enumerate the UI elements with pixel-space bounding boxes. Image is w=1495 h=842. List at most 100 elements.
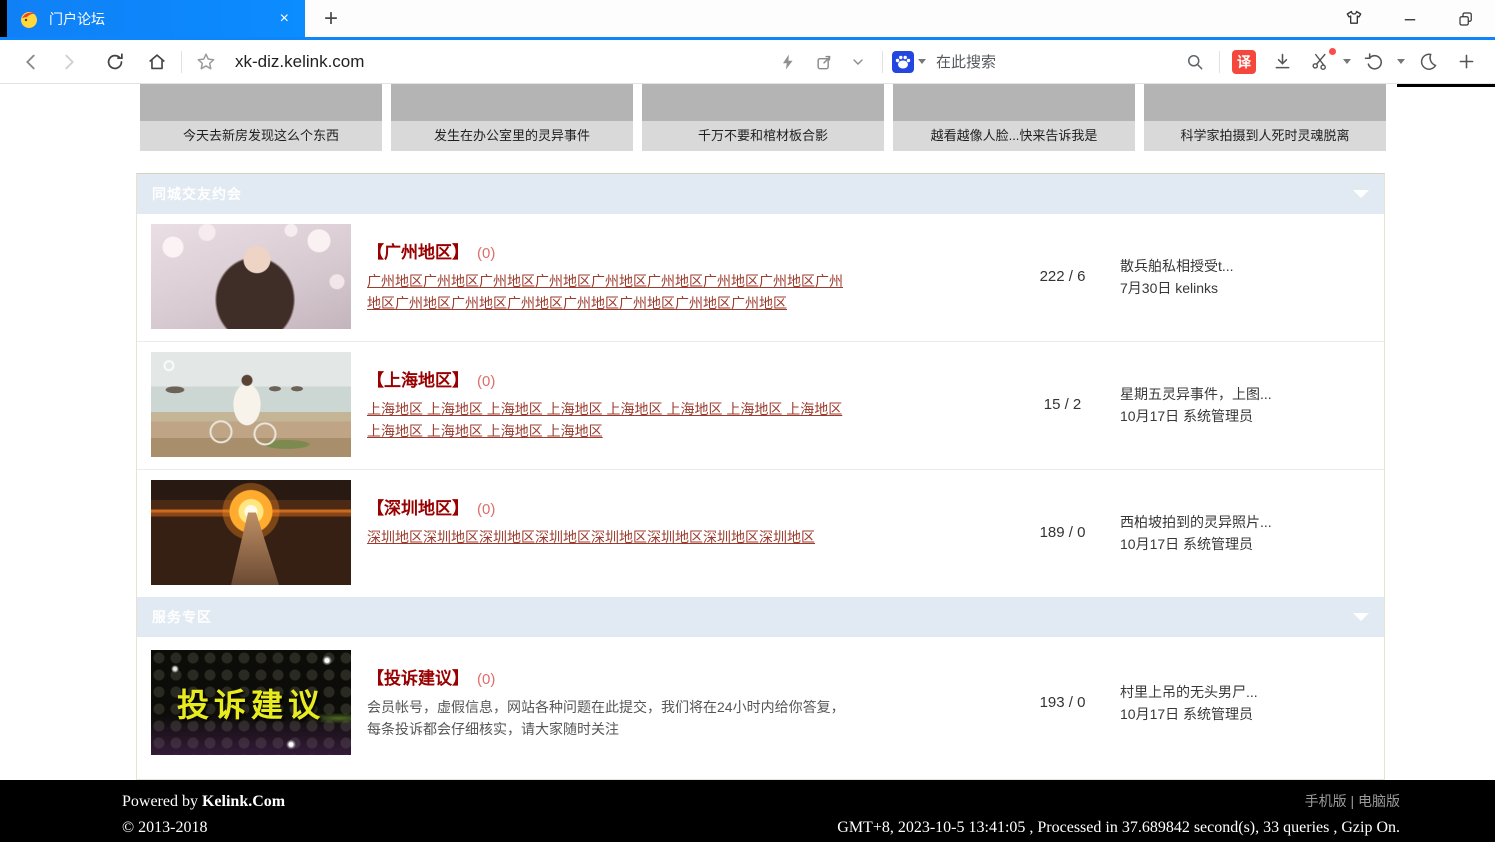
restore-button[interactable] [1453, 6, 1479, 32]
share-icon [814, 52, 834, 72]
tab-close-icon[interactable]: × [276, 11, 293, 27]
theme-skin-button[interactable] [1341, 6, 1367, 32]
lastpost-date: 10月17日 [1120, 706, 1179, 722]
scissors-icon [1310, 51, 1331, 72]
forum-row-shenzhen: 【深圳地区】 (0) 深圳地区深圳地区深圳地区深圳地区深圳地区深圳地区深圳地区深… [137, 469, 1384, 597]
lastpost-author-link[interactable]: 系统管理员 [1183, 706, 1253, 722]
moon-icon [1418, 51, 1439, 72]
carousel-caption[interactable]: 今天去新房发现这么个东西 [140, 121, 382, 151]
search-engine-selector[interactable] [892, 51, 926, 73]
carousel-item[interactable]: 千万不要和棺材板合影 [642, 84, 884, 151]
new-tab-button[interactable]: + [305, 0, 357, 37]
carousel-image-placeholder [642, 84, 884, 121]
carousel-caption[interactable]: 科学家拍摄到人死时灵魂脱离 [1144, 121, 1386, 151]
lightning-icon [778, 52, 798, 72]
screenshot-button[interactable] [1305, 47, 1335, 77]
lastpost-title-link[interactable]: 星期五灵异事件，上图... [1120, 383, 1370, 405]
toolbar-search-box[interactable]: 在此搜索 [892, 47, 1210, 77]
minimize-button[interactable] [1397, 6, 1423, 32]
share-button[interactable] [809, 47, 839, 77]
forum-thumbnail[interactable] [151, 480, 351, 585]
forum-today-count: (0) [477, 671, 495, 688]
collapse-arrow-icon[interactable] [1353, 190, 1369, 198]
desktop-version-link[interactable]: 电脑版 [1358, 793, 1400, 809]
forum-row-shanghai: 【上海地区】 (0) 上海地区 上海地区 上海地区 上海地区 上海地区 上海地区… [137, 341, 1384, 469]
address-bar-url[interactable]: xk-diz.kelink.com [235, 52, 364, 72]
forum-description-link[interactable]: 深圳地区深圳地区深圳地区深圳地区深圳地区深圳地区深圳地区深圳地区 [367, 526, 815, 548]
carousel-item[interactable]: 越看越像人脸...快来告诉我是 [893, 84, 1135, 151]
home-icon [146, 51, 168, 73]
carousel-caption[interactable]: 千万不要和棺材板合影 [642, 121, 884, 151]
forum-category-panel: 同城交友约会 【广州地区】 (0) 广州地区广州地区广州地区广州地区广州地区广州… [136, 173, 1385, 780]
forum-stats: 193 / 0 [1005, 694, 1120, 711]
undo-icon [1364, 51, 1385, 72]
history-caret-icon[interactable] [1397, 59, 1405, 64]
night-mode-button[interactable] [1413, 47, 1443, 77]
add-extension-button[interactable] [1451, 47, 1481, 77]
carousel-item[interactable]: 发生在办公室里的灵异事件 [391, 84, 633, 151]
carousel-caption[interactable]: 越看越像人脸...快来告诉我是 [893, 121, 1135, 151]
mobile-version-link[interactable]: 手机版 [1305, 793, 1347, 809]
lastpost-title-link[interactable]: 散兵舶私相授受t... [1120, 255, 1370, 277]
carousel-image-placeholder [140, 84, 382, 121]
forum-row-complaints: 投诉建议 【投诉建议】 (0) 会员帐号，虚假信息，网站各种问题在此提交，我们将… [137, 637, 1384, 779]
download-icon [1272, 51, 1293, 72]
forum-description-link[interactable]: 上海地区 上海地区 上海地区 上海地区 上海地区 上海地区 上海地区 上海地区 … [367, 398, 855, 442]
section-title: 同城交友约会 [152, 184, 242, 204]
lastpost-author-link[interactable]: kelinks [1175, 280, 1218, 296]
forum-thumbnail[interactable]: 投诉建议 [151, 650, 351, 755]
restore-icon [1457, 10, 1475, 28]
lastpost-author-link[interactable]: 系统管理员 [1183, 408, 1253, 424]
carousel-item[interactable]: 科学家拍摄到人死时灵魂脱离 [1144, 84, 1386, 151]
forum-title-link[interactable]: 【上海地区】 [367, 366, 469, 391]
reload-button[interactable] [100, 47, 130, 77]
copyright-text: © 2013-2018 [122, 815, 207, 841]
search-input[interactable]: 在此搜索 [936, 51, 1180, 72]
home-button[interactable] [142, 47, 172, 77]
baidu-paw-icon [892, 51, 914, 73]
collapse-arrow-icon[interactable] [1353, 613, 1369, 621]
translate-icon: 译 [1232, 50, 1256, 74]
forum-thumbnail[interactable] [151, 224, 351, 329]
bookmark-button[interactable] [191, 47, 221, 77]
section-header-dating: 同城交友约会 [137, 174, 1384, 214]
history-undo-button[interactable] [1359, 47, 1389, 77]
toolbar-extensions: 译 [1229, 47, 1495, 77]
forum-title-link[interactable]: 【投诉建议】 [367, 664, 469, 689]
forum-today-count: (0) [477, 373, 495, 390]
back-button[interactable] [16, 47, 46, 77]
toolbar-expand-button[interactable] [843, 47, 873, 77]
dark-edge-strip [1397, 84, 1495, 87]
lastpost-author-link[interactable]: 系统管理员 [1183, 536, 1253, 552]
forum-description-link[interactable]: 广州地区广州地区广州地区广州地区广州地区广州地区广州地区广州地区广州地区广州地区… [367, 270, 855, 314]
forum-title-link[interactable]: 【广州地区】 [367, 238, 469, 263]
downloads-button[interactable] [1267, 47, 1297, 77]
lastpost-date: 7月30日 [1120, 280, 1171, 296]
minimize-icon [1401, 10, 1419, 28]
screenshot-root: { "browser": { "tab_title": "门户论坛", "clo… [0, 0, 1495, 842]
page-viewport: 今天去新房发现这么个东西 发生在办公室里的灵异事件 千万不要和棺材板合影 越看越… [0, 84, 1495, 780]
screenshot-caret-icon[interactable] [1343, 59, 1351, 64]
powered-by: Powered by Kelink.Com [122, 789, 285, 815]
browser-tab-portal-forum[interactable]: 门户论坛 × [7, 0, 305, 37]
brand-link[interactable]: Kelink.Com [202, 793, 285, 810]
lastpost-title-link[interactable]: 西柏坡拍到的灵异照片... [1120, 511, 1370, 533]
toolbar-divider [1219, 51, 1220, 73]
forum-thumbnail[interactable] [151, 352, 351, 457]
forum-stats: 15 / 2 [1005, 396, 1120, 413]
boost-button[interactable] [773, 47, 803, 77]
forward-icon [58, 51, 80, 73]
lastpost-title-link[interactable]: 村里上吊的无头男尸... [1120, 681, 1370, 703]
carousel-caption[interactable]: 发生在办公室里的灵异事件 [391, 121, 633, 151]
lastpost-date: 10月17日 [1120, 536, 1179, 552]
carousel-image-placeholder [1144, 84, 1386, 121]
forward-button[interactable] [54, 47, 84, 77]
server-stats-text: GMT+8, 2023-10-5 13:41:05 , Processed in… [837, 815, 1400, 841]
carousel-item[interactable]: 今天去新房发现这么个东西 [140, 84, 382, 151]
browser-tab-bar: 门户论坛 × + [0, 0, 1495, 40]
search-submit-button[interactable] [1180, 47, 1210, 77]
translate-button[interactable]: 译 [1229, 47, 1259, 77]
forum-title-link[interactable]: 【深圳地区】 [367, 494, 469, 519]
search-engine-caret-icon [918, 59, 926, 64]
reload-icon [104, 51, 126, 73]
